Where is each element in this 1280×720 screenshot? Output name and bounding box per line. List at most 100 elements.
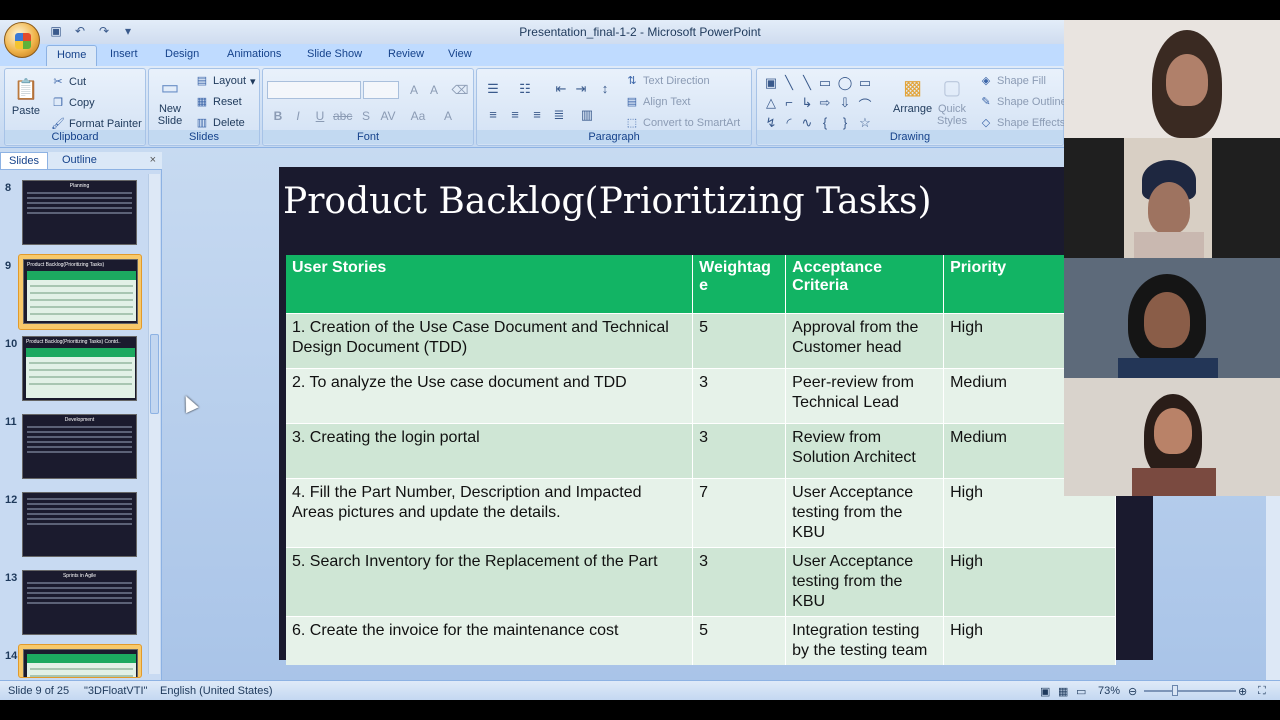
normal-view-icon[interactable]: ▣: [1040, 685, 1050, 698]
slides-group-label: Slides: [149, 130, 259, 144]
freeform-shape-icon[interactable]: ↯: [763, 115, 779, 131]
slide-thumbnail-8[interactable]: Planning: [18, 176, 142, 252]
slide-thumbnail-11[interactable]: Development: [18, 410, 142, 486]
grow-font-icon[interactable]: A: [405, 81, 423, 99]
slide-number: 14: [5, 650, 18, 662]
fit-to-window-icon[interactable]: ⛶: [1258, 685, 1266, 698]
bullets-icon[interactable]: ☰: [485, 81, 501, 97]
text-direction-button[interactable]: ⇅ Text Direction: [625, 74, 709, 88]
brace-shape-icon[interactable]: }: [837, 115, 853, 130]
align-center-icon[interactable]: ≡: [507, 107, 523, 122]
right-arrow-shape-icon[interactable]: ⇨: [817, 95, 833, 111]
slide-canvas[interactable]: Product Backlog(Prioritizing Tasks) User…: [279, 167, 1153, 665]
tab-design[interactable]: Design: [165, 48, 199, 60]
wave-shape-icon[interactable]: ∿: [799, 115, 815, 131]
tab-outline[interactable]: Outline: [62, 154, 97, 166]
zoom-slider-thumb[interactable]: [1172, 685, 1178, 696]
font-color-icon[interactable]: A: [439, 107, 457, 125]
tab-review[interactable]: Review: [388, 48, 424, 60]
tab-slides[interactable]: Slides: [0, 152, 48, 169]
rectangle-shape-icon[interactable]: ▭: [817, 75, 833, 91]
font-size-box[interactable]: [363, 81, 399, 99]
curve-shape-icon[interactable]: ⌒: [857, 95, 873, 114]
line-spacing-icon[interactable]: ↕: [597, 81, 613, 96]
elbow-shape-icon[interactable]: ⌐: [781, 95, 797, 110]
format-painter-button[interactable]: 🖌 Format Painter: [51, 117, 142, 131]
backlog-table[interactable]: User Stories Weightag e Acceptance Crite…: [286, 255, 1116, 665]
slide-title[interactable]: Product Backlog(Prioritizing Tasks): [283, 181, 932, 222]
slide-sorter-icon[interactable]: ▦: [1058, 685, 1068, 698]
tab-home[interactable]: Home: [46, 45, 98, 67]
change-case-icon[interactable]: Aa: [409, 107, 427, 125]
decrease-indent-icon[interactable]: ⇤: [553, 81, 569, 97]
textbox-shape-icon[interactable]: ▣: [763, 75, 779, 91]
star-shape-icon[interactable]: ☆: [857, 115, 873, 131]
down-arrow-shape-icon[interactable]: ⇩: [837, 95, 853, 111]
panel-scrollbar[interactable]: [148, 174, 160, 674]
char-spacing-icon[interactable]: AV: [379, 107, 397, 125]
convert-smartart-button[interactable]: ⬚ Convert to SmartArt: [625, 116, 740, 130]
table-cell: Review from Solution Architect: [785, 422, 945, 478]
line-shape-icon[interactable]: ╲: [781, 75, 797, 91]
oval-shape-icon[interactable]: ◯: [837, 75, 853, 91]
shape-outline-button[interactable]: ✎ Shape Outline: [979, 95, 1066, 109]
tab-insert[interactable]: Insert: [110, 48, 138, 60]
paste-button[interactable]: 📋 Paste: [11, 75, 41, 117]
close-icon[interactable]: ×: [150, 154, 156, 166]
arrange-button[interactable]: ▩ Arrange: [893, 73, 932, 115]
shadow-icon[interactable]: S: [357, 107, 375, 125]
align-left-icon[interactable]: ≡: [485, 107, 501, 122]
justify-icon[interactable]: ≣: [551, 107, 567, 123]
slide-thumbnail-12[interactable]: [18, 488, 142, 564]
language-indicator[interactable]: English (United States): [160, 685, 273, 697]
zoom-slider[interactable]: [1144, 690, 1236, 692]
table-cell: High: [943, 546, 1116, 616]
delete-button[interactable]: ▥ Delete: [195, 116, 245, 130]
reset-button[interactable]: ▦ Reset: [195, 95, 242, 109]
shape-fill-button[interactable]: ◈ Shape Fill: [979, 74, 1046, 88]
tab-slide-show[interactable]: Slide Show: [307, 48, 362, 60]
bold-icon[interactable]: B: [269, 107, 287, 125]
shape-effects-button[interactable]: ◇ Shape Effects: [979, 116, 1066, 130]
triangle-shape-icon[interactable]: △: [763, 95, 779, 111]
font-name-box[interactable]: [267, 81, 361, 99]
arc-shape-icon[interactable]: ◜: [781, 115, 797, 131]
slide-thumbnail-9[interactable]: Product Backlog(Prioritizing Tasks): [18, 254, 142, 330]
column-header: Acceptance Criteria: [785, 255, 945, 313]
slides-group: ▭ New Slide ▤ Layout ▾ ▦ Reset ▥ Delete Slid…: [148, 68, 260, 146]
zoom-in-icon[interactable]: ⊕: [1238, 685, 1247, 698]
shrink-font-icon[interactable]: A: [425, 81, 443, 99]
layout-button[interactable]: ▤ Layout ▾: [195, 74, 256, 88]
office-button[interactable]: [4, 22, 40, 58]
align-text-button[interactable]: ▤ Align Text: [625, 95, 691, 109]
tab-animations[interactable]: Animations: [227, 48, 281, 60]
quick-styles-button[interactable]: ▢ Quick Styles: [937, 73, 967, 127]
slide-thumbnail-13[interactable]: Sprints in Agile: [18, 566, 142, 642]
line-shape-icon[interactable]: ╲: [799, 75, 815, 91]
increase-indent-icon[interactable]: ⇥: [573, 81, 589, 97]
top-black-bar: [0, 0, 1280, 20]
elbow-arrow-shape-icon[interactable]: ↳: [799, 95, 815, 111]
rounded-rect-shape-icon[interactable]: ▭: [857, 75, 873, 91]
italic-icon[interactable]: I: [289, 107, 307, 125]
scrollbar-thumb[interactable]: [150, 334, 159, 414]
numbering-icon[interactable]: ☷: [517, 81, 533, 97]
underline-icon[interactable]: U: [311, 107, 329, 125]
strikethrough-icon[interactable]: abc: [333, 107, 352, 125]
brace-shape-icon[interactable]: {: [817, 115, 833, 130]
cut-button[interactable]: ✂ Cut: [51, 75, 86, 89]
zoom-out-icon[interactable]: ⊖: [1128, 685, 1137, 698]
align-right-icon[interactable]: ≡: [529, 107, 545, 122]
clear-format-icon[interactable]: ⌫: [451, 81, 469, 99]
columns-icon[interactable]: ▥: [579, 107, 595, 123]
slide-thumbnail-10[interactable]: Product Backlog(Prioritizing Tasks) Cont…: [18, 332, 142, 408]
table-cell: 1. Creation of the Use Case Document and…: [286, 312, 694, 368]
paragraph-group-label: Paragraph: [477, 130, 751, 144]
participant-video: [1064, 258, 1280, 378]
copy-button[interactable]: ❐ Copy: [51, 96, 95, 110]
slide-thumbnail-14[interactable]: [18, 644, 142, 678]
slideshow-view-icon[interactable]: ▭: [1076, 685, 1086, 698]
zoom-level[interactable]: 73%: [1098, 685, 1120, 697]
tab-view[interactable]: View: [448, 48, 472, 60]
new-slide-button[interactable]: ▭ New Slide: [155, 73, 185, 127]
